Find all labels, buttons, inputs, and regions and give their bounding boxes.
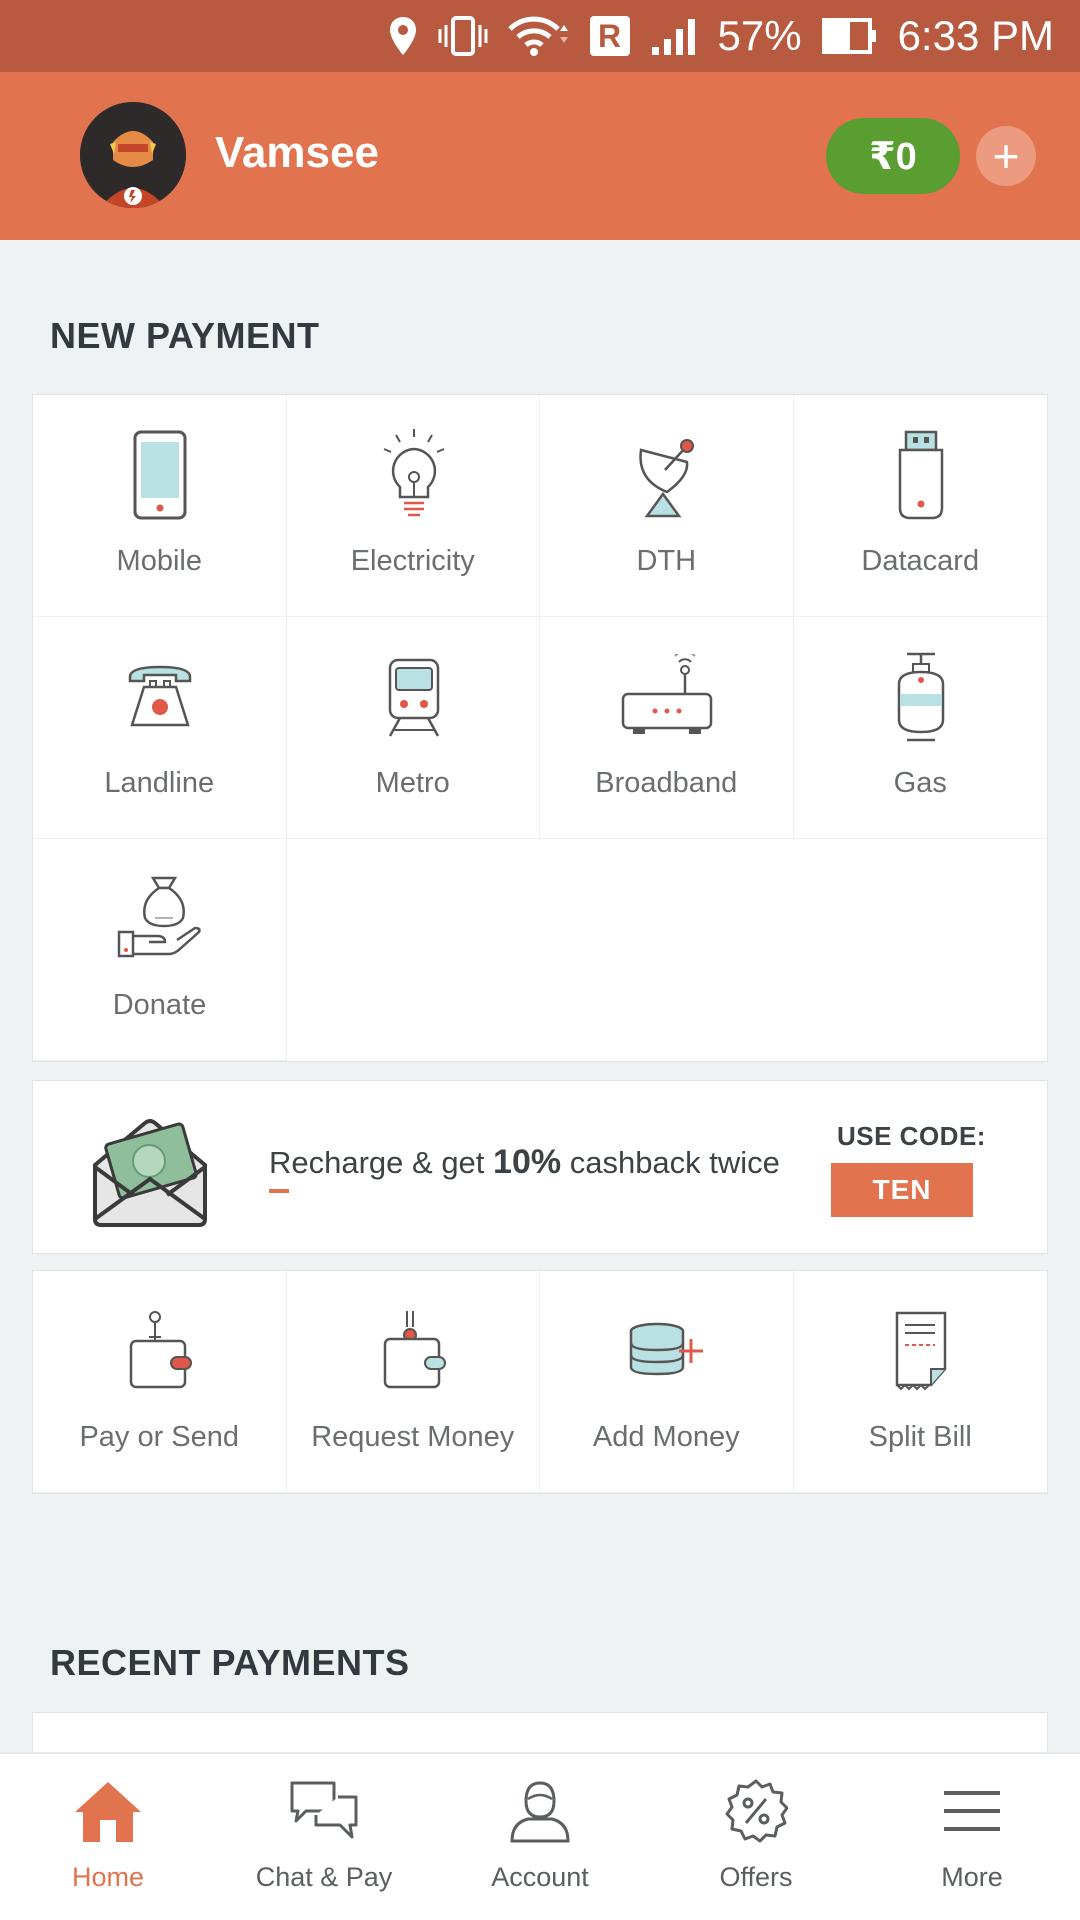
- tile-label: Electricity: [350, 545, 475, 577]
- chat-icon: [284, 1776, 364, 1846]
- wallet-actions-grid: Pay or Send Request Money Add Money Spli…: [32, 1270, 1048, 1494]
- signal-icon: [650, 15, 698, 57]
- tile-split-bill[interactable]: Split Bill: [793, 1271, 1047, 1493]
- wallet-balance-button[interactable]: ₹0: [826, 118, 960, 194]
- tile-label: Gas: [893, 767, 947, 799]
- tile-mobile[interactable]: Mobile: [33, 395, 287, 617]
- tile-label: Metro: [375, 767, 450, 799]
- recent-payments-list[interactable]: [32, 1712, 1048, 1752]
- nav-label: More: [941, 1862, 1003, 1892]
- battery-icon: [821, 16, 878, 56]
- status-bar: R 57% 6:33 PM: [0, 0, 1080, 72]
- nav-label: Offers: [719, 1862, 793, 1892]
- bulb-icon: [364, 425, 464, 525]
- nav-account[interactable]: Account: [432, 1754, 648, 1920]
- nav-label: Home: [71, 1862, 145, 1892]
- tile-pay-or-send[interactable]: Pay or Send: [33, 1271, 287, 1493]
- location-icon: [388, 15, 418, 57]
- nav-label: Chat & Pay: [255, 1862, 393, 1892]
- tile-electricity[interactable]: Electricity: [286, 395, 540, 617]
- tile-broadband[interactable]: Broadband: [540, 617, 794, 839]
- tile-label: Pay or Send: [79, 1421, 240, 1453]
- account-icon: [500, 1776, 580, 1846]
- add-money-button[interactable]: +: [976, 126, 1036, 186]
- menu-icon: [932, 1776, 1012, 1846]
- train-icon: [364, 647, 464, 747]
- new-payment-title: NEW PAYMENT: [50, 315, 320, 356]
- app-header: Vamsee ₹0 +: [0, 72, 1080, 240]
- promo-underline: [269, 1189, 289, 1193]
- tile-dth[interactable]: DTH: [540, 395, 794, 617]
- battery-percent: 57%: [717, 12, 802, 59]
- receipt-icon: [871, 1301, 971, 1401]
- home-icon: [68, 1776, 148, 1846]
- roaming-indicator: R: [589, 16, 630, 56]
- tile-metro[interactable]: Metro: [286, 617, 540, 839]
- nav-offers[interactable]: Offers: [648, 1754, 864, 1920]
- tile-add-money[interactable]: Add Money: [540, 1271, 794, 1493]
- nav-home[interactable]: Home: [0, 1754, 216, 1920]
- gas-cylinder-icon: [871, 647, 971, 747]
- cashback-promo-banner[interactable]: Recharge & get 10% cashback twice USE CO…: [32, 1080, 1048, 1254]
- nav-label: Account: [491, 1862, 589, 1892]
- nav-chat-pay[interactable]: Chat & Pay: [216, 1754, 432, 1920]
- tile-label: Add Money: [592, 1421, 740, 1453]
- telephone-icon: [110, 647, 210, 747]
- tile-landline[interactable]: Landline: [33, 617, 287, 839]
- tile-label: DTH: [636, 545, 697, 577]
- tile-label: Mobile: [116, 545, 202, 577]
- tile-label: Broadband: [595, 767, 738, 799]
- bottom-navigation: Home Chat & Pay Account Offers More: [0, 1752, 1080, 1920]
- add-money-icon: [617, 1301, 717, 1401]
- use-code-label: USE CODE:: [837, 1121, 986, 1151]
- tile-label: Datacard: [861, 545, 980, 577]
- cash-envelope-icon: [85, 1103, 215, 1233]
- tile-label: Donate: [112, 989, 207, 1021]
- tile-label: Landline: [104, 767, 215, 799]
- promo-text: Recharge & get 10% cashback twice: [269, 1143, 780, 1181]
- nav-more[interactable]: More: [864, 1754, 1080, 1920]
- new-payment-grid: Mobile Electricity DTH Datacard Landline…: [32, 394, 1048, 1062]
- avatar[interactable]: [80, 102, 186, 208]
- satellite-dish-icon: [617, 425, 717, 525]
- promo-code-button[interactable]: TEN: [831, 1163, 973, 1217]
- mobile-icon: [110, 425, 210, 525]
- wifi-icon: [507, 15, 570, 57]
- clock: 6:33 PM: [897, 12, 1054, 59]
- usb-dongle-icon: [871, 425, 971, 525]
- vibrate-icon: [438, 15, 488, 57]
- wallet-pay-icon: [110, 1301, 210, 1401]
- tile-datacard[interactable]: Datacard: [793, 395, 1047, 617]
- tile-gas[interactable]: Gas: [793, 617, 1047, 839]
- router-icon: [617, 647, 717, 747]
- tile-label: Request Money: [311, 1421, 515, 1453]
- offers-icon: [716, 1776, 796, 1846]
- tile-label: Split Bill: [868, 1421, 972, 1453]
- user-name: Vamsee: [215, 128, 379, 177]
- donate-icon: [110, 869, 210, 969]
- tile-request-money[interactable]: Request Money: [286, 1271, 540, 1493]
- wallet-request-icon: [364, 1301, 464, 1401]
- recent-payments-title: RECENT PAYMENTS: [50, 1642, 410, 1683]
- tile-donate[interactable]: Donate: [33, 839, 287, 1061]
